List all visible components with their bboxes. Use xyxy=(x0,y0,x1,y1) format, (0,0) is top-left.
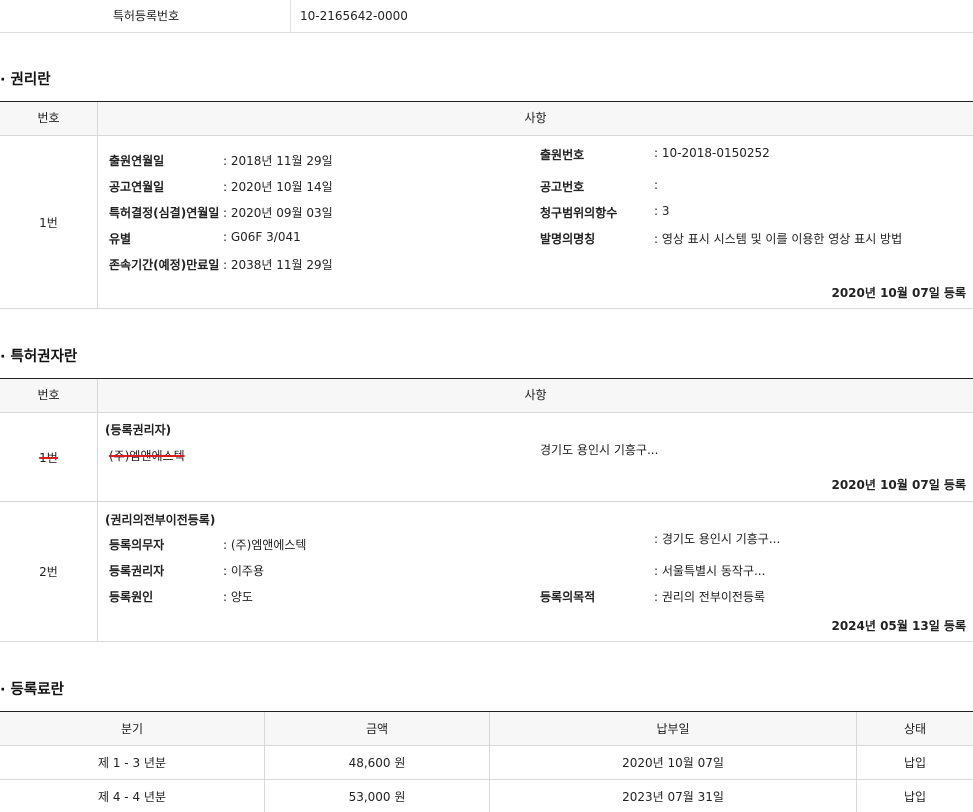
fee-row: 제 4 - 4 년분 53,000 원 2023년 07월 31일 납입 xyxy=(0,780,973,812)
owners-table: 번호 사항 1번 (등록권리자) (주)엠앤에스텍 경기도 용인시 기흥구...… xyxy=(0,378,973,642)
field-label: 공고연월일 xyxy=(109,180,165,194)
field-value: : 2020년 09월 03일 xyxy=(223,206,333,220)
row-number-text: 1번 xyxy=(39,450,58,465)
header-paid-date: 납부일 xyxy=(489,712,856,745)
field-label: 등록원인 xyxy=(109,590,154,604)
field-label: 등록의목적 xyxy=(540,590,596,604)
field-label: 특허결정(심결)연월일 xyxy=(109,206,220,220)
fees-table: 분기 금액 납부일 상태 제 1 - 3 년분 48,600 원 2020년 1… xyxy=(0,711,973,812)
fee-paid-date: 2020년 10월 07일 xyxy=(489,746,856,779)
rights-section-title: · 권리란 xyxy=(0,72,51,88)
field-value: : 2018년 11월 29일 xyxy=(223,154,333,168)
patent-number-value: 10-2165642-0000 xyxy=(300,9,408,23)
owner-address: 경기도 용인시 기흥구... xyxy=(540,443,659,457)
row-number: 2번 xyxy=(39,565,58,579)
header-period: 분기 xyxy=(120,722,144,736)
field-value: : 권리의 전부이전등록 xyxy=(654,590,766,604)
fee-amount: 53,000 원 xyxy=(264,780,489,812)
field-value: : 영상 표시 시스템 및 이를 이용한 영상 표시 방법 xyxy=(654,232,903,246)
field-label: 존속기간(예정)만료일 xyxy=(109,258,220,272)
owners-row-body: (등록권리자) (주)엠앤에스텍 경기도 용인시 기흥구... 2020년 10… xyxy=(97,413,973,501)
rights-row: 1번 출원연월일 : 2018년 11월 29일 공고연월일 : 2020년 1… xyxy=(0,136,973,309)
field-label: 등록권리자 xyxy=(109,564,165,578)
field-value: : 서울특별시 동작구... xyxy=(654,564,766,578)
header-item: 사항 xyxy=(97,379,973,412)
rights-row-body: 출원연월일 : 2018년 11월 29일 공고연월일 : 2020년 10월 … xyxy=(97,136,973,308)
header-item: 사항 xyxy=(97,102,973,135)
field-label: 공고번호 xyxy=(540,180,585,194)
field-value: : 경기도 용인시 기흥구... xyxy=(654,532,781,546)
field-value: : xyxy=(654,178,659,192)
field-value: : 2038년 11월 29일 xyxy=(223,258,333,272)
registration-date: 2024년 05월 13일 등록 xyxy=(831,619,966,633)
field-value: : (주)엠앤에스텍 xyxy=(223,538,307,552)
fee-status: 납입 xyxy=(856,746,973,779)
rights-table: 번호 사항 1번 출원연월일 : 2018년 11월 29일 공고연월일 : 2… xyxy=(0,101,973,309)
field-value: : 2020년 10월 14일 xyxy=(223,180,333,194)
fee-status: 납입 xyxy=(856,780,973,812)
field-label: 발명의명칭 xyxy=(540,232,596,246)
fee-row: 제 1 - 3 년분 48,600 원 2020년 10월 07일 납입 xyxy=(0,746,973,780)
field-label: 출원번호 xyxy=(540,148,585,162)
fee-paid-date: 2023년 07월 31일 xyxy=(489,780,856,812)
row-number: 1번 xyxy=(0,413,97,501)
header-amount: 금액 xyxy=(264,712,489,745)
field-label: 출원연월일 xyxy=(109,154,165,168)
field-value: : 이주용 xyxy=(223,564,264,578)
registration-date: 2020년 10월 07일 등록 xyxy=(831,286,966,300)
fees-table-header: 분기 금액 납부일 상태 xyxy=(0,712,973,746)
fee-amount: 48,600 원 xyxy=(264,746,489,779)
header-status: 상태 xyxy=(856,712,973,745)
fee-period: 제 4 - 4 년분 xyxy=(98,790,166,804)
field-value: : 3 xyxy=(654,204,670,218)
field-label: 유별 xyxy=(109,232,132,246)
patent-number-label: 특허등록번호 xyxy=(112,9,180,23)
registration-date: 2020년 10월 07일 등록 xyxy=(831,478,966,492)
row-number: 1번 xyxy=(39,215,58,230)
field-label: 등록의무자 xyxy=(109,538,165,552)
owners-row: 1번 (등록권리자) (주)엠앤에스텍 경기도 용인시 기흥구... 2020년… xyxy=(0,413,973,502)
rights-table-header: 번호 사항 xyxy=(0,102,973,136)
patent-number-row: 특허등록번호 10-2165642-0000 xyxy=(0,0,973,33)
field-label: 청구범위의항수 xyxy=(540,206,618,220)
header-no: 번호 xyxy=(37,388,60,402)
fees-section-title: · 등록료란 xyxy=(0,682,64,698)
header-no: 번호 xyxy=(37,111,60,125)
owner-category: (권리의전부이전등록) xyxy=(105,513,216,527)
field-value: : 양도 xyxy=(223,590,253,604)
field-value: : 10-2018-0150252 xyxy=(654,146,770,160)
owner-category: (등록권리자) xyxy=(105,423,172,437)
fee-period: 제 1 - 3 년분 xyxy=(98,756,166,770)
owners-row-body: (권리의전부이전등록) 등록의무자 : (주)엠앤에스텍 등록권리자 : 이주용… xyxy=(97,502,973,641)
owner-name: (주)엠앤에스텍 xyxy=(109,449,185,463)
divider xyxy=(290,0,291,32)
owners-section-title: · 특허권자란 xyxy=(0,349,78,365)
owners-row: 2번 (권리의전부이전등록) 등록의무자 : (주)엠앤에스텍 등록권리자 : … xyxy=(0,502,973,642)
field-value: : G06F 3/041 xyxy=(223,230,301,244)
owners-table-header: 번호 사항 xyxy=(0,379,973,413)
